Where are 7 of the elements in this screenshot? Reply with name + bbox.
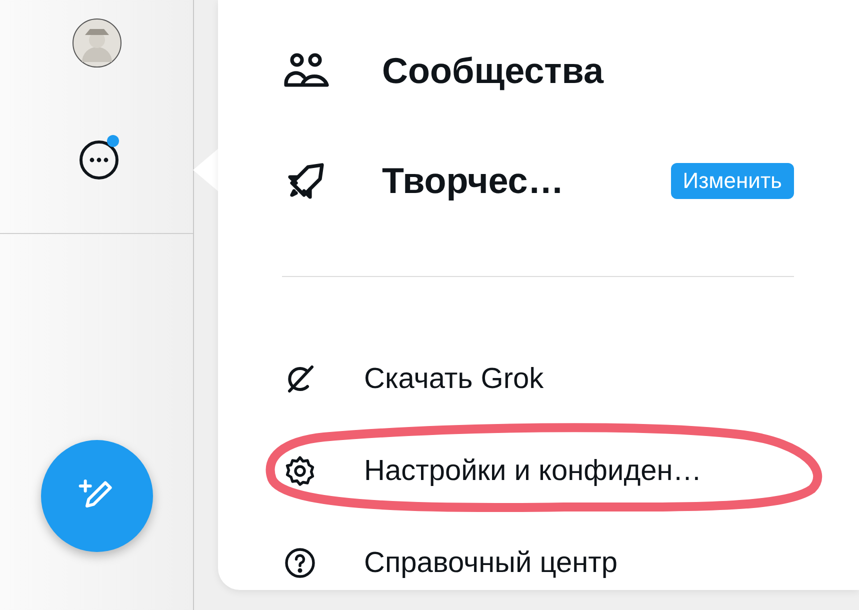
help-icon [282, 545, 318, 581]
menu-item[interactable]: Справочный центр [282, 517, 794, 609]
menu-item[interactable]: Творчес… Изменить [282, 126, 794, 236]
more-icon[interactable] [78, 140, 118, 180]
menu-item[interactable]: Скачать Grok [282, 333, 794, 425]
avatar[interactable] [72, 18, 122, 68]
menu-item[interactable]: Сообщества [282, 16, 794, 126]
